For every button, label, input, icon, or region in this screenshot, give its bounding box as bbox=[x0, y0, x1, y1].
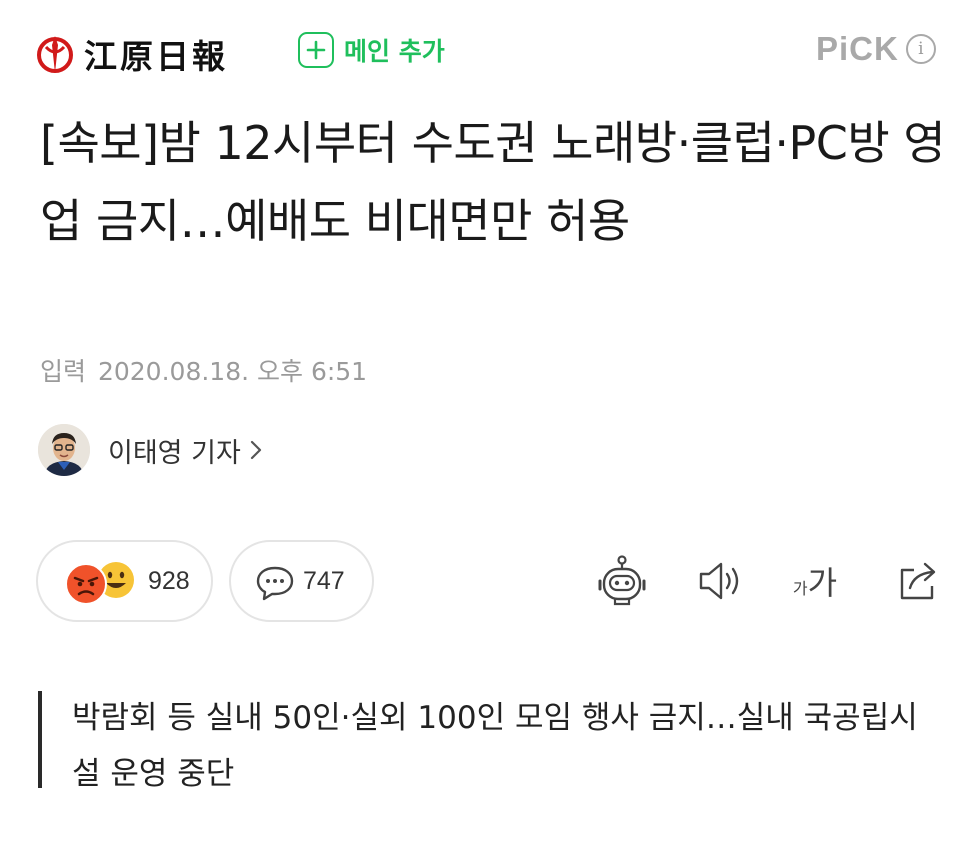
logo-text: 江原日報 bbox=[84, 37, 228, 76]
text-to-speech-button[interactable] bbox=[690, 551, 750, 611]
newspaper-logo[interactable]: 江原日報 bbox=[34, 30, 228, 78]
summary-bot-icon bbox=[598, 555, 646, 606]
font-size-button[interactable]: 가 가 bbox=[785, 551, 845, 611]
publish-date-value: 2020.08.18. 오후 6:51 bbox=[97, 357, 368, 386]
header: 江原日報 메인 추가 PiCK i bbox=[0, 0, 980, 100]
info-icon[interactable]: i bbox=[905, 34, 936, 64]
font-size-big-glyph: 가 bbox=[807, 564, 838, 602]
summary-bot-button[interactable] bbox=[592, 551, 652, 611]
plus-icon bbox=[298, 32, 334, 68]
add-to-main-button[interactable]: 메인 추가 bbox=[298, 29, 445, 71]
chevron-right-icon bbox=[250, 440, 261, 460]
speaker-icon bbox=[699, 562, 739, 600]
reporter-avatar bbox=[38, 424, 90, 476]
logo-emblem-icon bbox=[37, 36, 73, 73]
reaction-count: 928 bbox=[148, 566, 190, 595]
pick-badge: PiCK i bbox=[816, 30, 936, 68]
font-size-icon: 가 가 bbox=[793, 558, 837, 604]
reporter-name: 이태영 기자 bbox=[108, 437, 241, 469]
reactions-button[interactable]: 928 bbox=[36, 540, 213, 622]
share-button[interactable] bbox=[888, 551, 948, 611]
comment-count: 747 bbox=[303, 566, 345, 595]
comments-button[interactable]: 747 bbox=[229, 540, 374, 622]
reporter-link[interactable]: 이태영 기자 bbox=[38, 424, 263, 476]
reaction-emoji-icon bbox=[65, 562, 134, 605]
comment-bubble-icon bbox=[256, 566, 294, 601]
subtitle-accent-bar bbox=[38, 691, 42, 788]
share-icon bbox=[900, 562, 936, 600]
pick-label: PiCK bbox=[816, 30, 899, 67]
add-to-main-label: 메인 추가 bbox=[344, 37, 445, 66]
font-size-small-glyph: 가 bbox=[792, 579, 808, 598]
publish-date-label: 입력 bbox=[40, 357, 87, 386]
article-subtitle: 박람회 등 실내 50인·실외 100인 모임 행사 금지…실내 국공립시설 운… bbox=[72, 700, 918, 792]
article-headline: [속보]밤 12시부터 수도권 노래방·클럽·PC방 영업 금지…예배도 비대면… bbox=[40, 116, 946, 248]
publish-date: 입력 2020.08.18. 오후 6:51 bbox=[40, 352, 367, 388]
